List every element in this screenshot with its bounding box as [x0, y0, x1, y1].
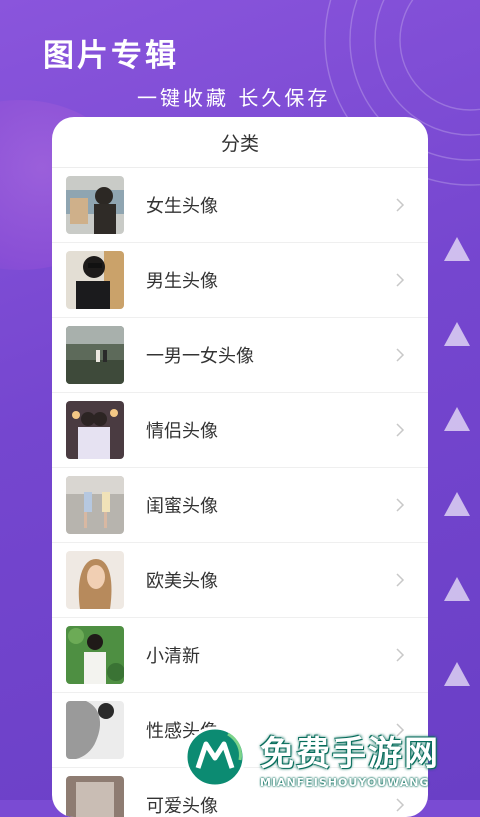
category-row-western[interactable]: 欧美头像	[52, 543, 428, 618]
chevron-right-icon	[396, 198, 405, 212]
category-label: 闺蜜头像	[146, 496, 218, 517]
category-row-male[interactable]: 男生头像	[52, 243, 428, 318]
site-watermark: 免费手游网 MIANFEISHOUYOUWANG	[180, 724, 480, 800]
female-avatar-thumbnail	[66, 176, 124, 234]
chevron-right-icon	[396, 573, 405, 587]
category-row-fresh[interactable]: 小清新	[52, 618, 428, 693]
chevron-right-icon	[396, 273, 405, 287]
chevron-right-icon	[396, 348, 405, 362]
category-row-female[interactable]: 女生头像	[52, 168, 428, 243]
bestie-thumbnail	[66, 476, 124, 534]
category-label: 女生头像	[146, 196, 218, 217]
triangle-decoration	[444, 237, 470, 261]
triangle-decoration	[444, 492, 470, 516]
triangle-decoration	[444, 407, 470, 431]
watermark-name: 免费手游网	[260, 734, 440, 774]
triangle-decoration	[444, 577, 470, 601]
couple-thumbnail	[66, 326, 124, 384]
category-label: 一男一女头像	[146, 346, 254, 367]
page-title: 图片专辑	[43, 38, 179, 74]
male-avatar-thumbnail	[66, 251, 124, 309]
category-row-couple-boy-girl[interactable]: 一男一女头像	[52, 318, 428, 393]
fresh-thumbnail	[66, 626, 124, 684]
cute-thumbnail	[66, 776, 124, 817]
category-label: 情侣头像	[146, 421, 218, 442]
lovers-thumbnail	[66, 401, 124, 459]
page-subtitle: 一键收藏 长久保存	[137, 86, 331, 110]
category-row-bestie[interactable]: 闺蜜头像	[52, 468, 428, 543]
triangle-decoration	[444, 322, 470, 346]
chevron-right-icon	[396, 648, 405, 662]
category-label: 男生头像	[146, 271, 218, 292]
watermark-domain: MIANFEISHOUYOUWANG	[260, 776, 430, 789]
category-label: 小清新	[146, 646, 200, 667]
western-thumbnail	[66, 551, 124, 609]
chevron-right-icon	[396, 423, 405, 437]
category-card: 分类 女生头像 男生头像 一男一女头像 情侣头像 闺蜜头像 欧美头像 小清新 性…	[52, 117, 428, 817]
sexy-thumbnail	[66, 701, 124, 759]
chevron-right-icon	[396, 498, 405, 512]
card-title: 分类	[52, 117, 428, 168]
watermark-logo-icon	[184, 726, 246, 788]
triangle-decoration	[444, 662, 470, 686]
category-label: 欧美头像	[146, 571, 218, 592]
category-row-lovers[interactable]: 情侣头像	[52, 393, 428, 468]
